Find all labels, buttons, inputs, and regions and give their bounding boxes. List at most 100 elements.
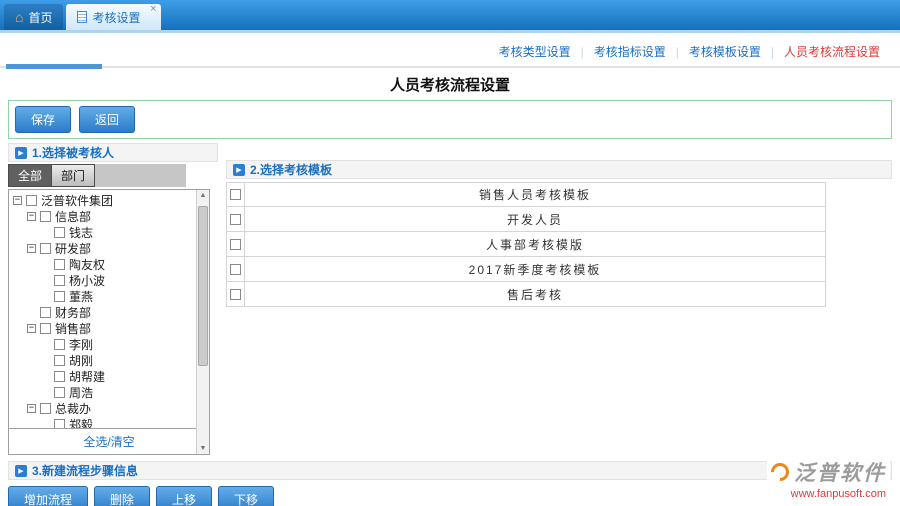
toolbar: 保存 返回 <box>8 100 892 139</box>
tree-item[interactable]: − 泛普软件集团 <box>9 192 209 208</box>
collapse-icon[interactable]: − <box>27 244 36 253</box>
nav-link-assessment-flow[interactable]: 人员考核流程设置 <box>774 43 890 60</box>
back-button[interactable]: 返回 <box>79 106 135 133</box>
tab-assessment-label: 考核设置 <box>92 9 140 26</box>
tree-item-label: 财务部 <box>55 304 91 321</box>
template-checkbox[interactable] <box>230 264 241 275</box>
template-row[interactable]: 人事部考核模版 <box>226 232 826 257</box>
nav-link-assessment-indicator[interactable]: 考核指标设置 <box>584 43 676 60</box>
scroll-up-icon[interactable]: ▲ <box>200 192 207 199</box>
template-panel: ▶ 2.选择考核模板 销售人员考核模板开发人员人事部考核模版2017新季度考核模… <box>226 160 892 307</box>
tree-item-label: 周浩 <box>69 384 93 401</box>
collapse-icon[interactable]: − <box>27 324 36 333</box>
tree-checkbox[interactable] <box>54 259 65 270</box>
collapse-icon[interactable]: − <box>27 404 36 413</box>
tree-item[interactable]: 胡帮建 <box>9 368 209 384</box>
tree-item-label: 钱志 <box>69 224 93 241</box>
tab-home-label: 首页 <box>28 9 52 26</box>
section3-header: ▶ 3.新建流程步骤信息 展开栏目 <box>8 461 892 480</box>
tree-item-label: 李刚 <box>69 336 93 353</box>
template-list: 销售人员考核模板开发人员人事部考核模版2017新季度考核模板售后考核 <box>226 182 826 307</box>
tree-filter-tabs: 全部 部门 <box>8 164 186 187</box>
tree-checkbox[interactable] <box>54 371 65 382</box>
template-checkbox[interactable] <box>230 189 241 200</box>
section1-title: 1.选择被考核人 <box>32 144 114 161</box>
nav-link-assessment-template[interactable]: 考核模板设置 <box>679 43 771 60</box>
tree-item[interactable]: 周浩 <box>9 384 209 400</box>
nav-link-assessment-type[interactable]: 考核类型设置 <box>489 43 581 60</box>
filter-tab-all[interactable]: 全部 <box>8 164 52 187</box>
tree-checkbox[interactable] <box>40 243 51 254</box>
tree-item[interactable]: 郑毅 <box>9 416 209 428</box>
tree-item-label: 胡帮建 <box>69 368 105 385</box>
select-all-clear-link[interactable]: 全选/清空 <box>83 435 134 449</box>
tree-item-label: 销售部 <box>55 320 91 337</box>
tree-checkbox[interactable] <box>54 387 65 398</box>
template-checkbox-cell <box>227 257 245 281</box>
tree-item-label: 郑毅 <box>69 416 93 429</box>
tree-item-label: 泛普软件集团 <box>41 192 113 209</box>
vendor-logo: 泛普软件 www.fanpusoft.com <box>767 455 890 502</box>
tree-checkbox[interactable] <box>54 291 65 302</box>
tree-item[interactable]: − 总裁办 <box>9 400 209 416</box>
tree-item[interactable]: 李刚 <box>9 336 209 352</box>
tree-checkbox[interactable] <box>40 323 51 334</box>
template-checkbox-cell <box>227 207 245 231</box>
tree-item-label: 信息部 <box>55 208 91 225</box>
template-row[interactable]: 售后考核 <box>226 282 826 307</box>
tree-item[interactable]: − 销售部 <box>9 320 209 336</box>
tree-checkbox[interactable] <box>40 211 51 222</box>
tree-item[interactable]: 钱志 <box>9 224 209 240</box>
tree-item-label: 总裁办 <box>55 400 91 417</box>
collapse-icon[interactable]: − <box>13 196 22 205</box>
template-row[interactable]: 2017新季度考核模板 <box>226 257 826 282</box>
tree-checkbox[interactable] <box>40 403 51 414</box>
filter-tab-department[interactable]: 部门 <box>52 164 95 187</box>
move-up-button[interactable]: 上移 <box>156 486 212 506</box>
tree-item-label: 杨小波 <box>69 272 105 289</box>
tree-item[interactable]: 胡刚 <box>9 352 209 368</box>
add-flow-button[interactable]: 增加流程 <box>8 486 88 506</box>
tree-checkbox[interactable] <box>26 195 37 206</box>
section1-header: ▶ 1.选择被考核人 <box>8 143 218 162</box>
tree-checkbox[interactable] <box>54 227 65 238</box>
scroll-down-icon[interactable]: ▼ <box>200 445 207 452</box>
tree-item[interactable]: 陶友权 <box>9 256 209 272</box>
template-name: 销售人员考核模板 <box>245 183 825 206</box>
tree-checkbox[interactable] <box>40 307 51 318</box>
template-row[interactable]: 销售人员考核模板 <box>226 182 826 207</box>
save-button[interactable]: 保存 <box>15 106 71 133</box>
tree-checkbox[interactable] <box>54 419 65 429</box>
tree-item[interactable]: − 信息部 <box>9 208 209 224</box>
tree-item-label: 研发部 <box>55 240 91 257</box>
tab-assessment-settings[interactable]: 考核设置 × <box>66 4 160 30</box>
template-row[interactable]: 开发人员 <box>226 207 826 232</box>
template-checkbox[interactable] <box>230 239 241 250</box>
tree-checkbox[interactable] <box>54 275 65 286</box>
tree-item[interactable]: 杨小波 <box>9 272 209 288</box>
scrollbar[interactable]: ▲ ▼ <box>196 190 209 454</box>
template-checkbox[interactable] <box>230 289 241 300</box>
document-icon <box>77 11 87 23</box>
template-checkbox[interactable] <box>230 214 241 225</box>
tab-home[interactable]: ⌂ 首页 <box>4 4 63 30</box>
close-icon[interactable]: × <box>150 4 156 15</box>
tree-item[interactable]: 财务部 <box>9 304 209 320</box>
tree-item-label: 董燕 <box>69 288 93 305</box>
tree-checkbox[interactable] <box>54 355 65 366</box>
assessee-panel: ▶ 1.选择被考核人 全部 部门 −泛普软件集团−信息部钱志−研发部陶友权杨小波… <box>8 143 218 455</box>
section-arrow-icon: ▶ <box>15 465 27 477</box>
collapse-icon[interactable]: − <box>27 212 36 221</box>
tree-checkbox[interactable] <box>54 339 65 350</box>
home-icon: ⌂ <box>15 10 23 24</box>
move-down-button[interactable]: 下移 <box>218 486 274 506</box>
scrollbar-thumb[interactable] <box>198 206 208 366</box>
logo-url: www.fanpusoft.com <box>771 488 886 500</box>
settings-nav: 考核类型设置 | 考核指标设置 | 考核模板设置 | 人员考核流程设置 <box>0 33 900 64</box>
delete-button[interactable]: 删除 <box>94 486 150 506</box>
section3-title: 3.新建流程步骤信息 <box>32 462 138 479</box>
tree-item-label: 胡刚 <box>69 352 93 369</box>
tree-item[interactable]: − 研发部 <box>9 240 209 256</box>
assessee-tree-box: −泛普软件集团−信息部钱志−研发部陶友权杨小波董燕财务部−销售部李刚胡刚胡帮建周… <box>8 189 210 455</box>
tree-item[interactable]: 董燕 <box>9 288 209 304</box>
